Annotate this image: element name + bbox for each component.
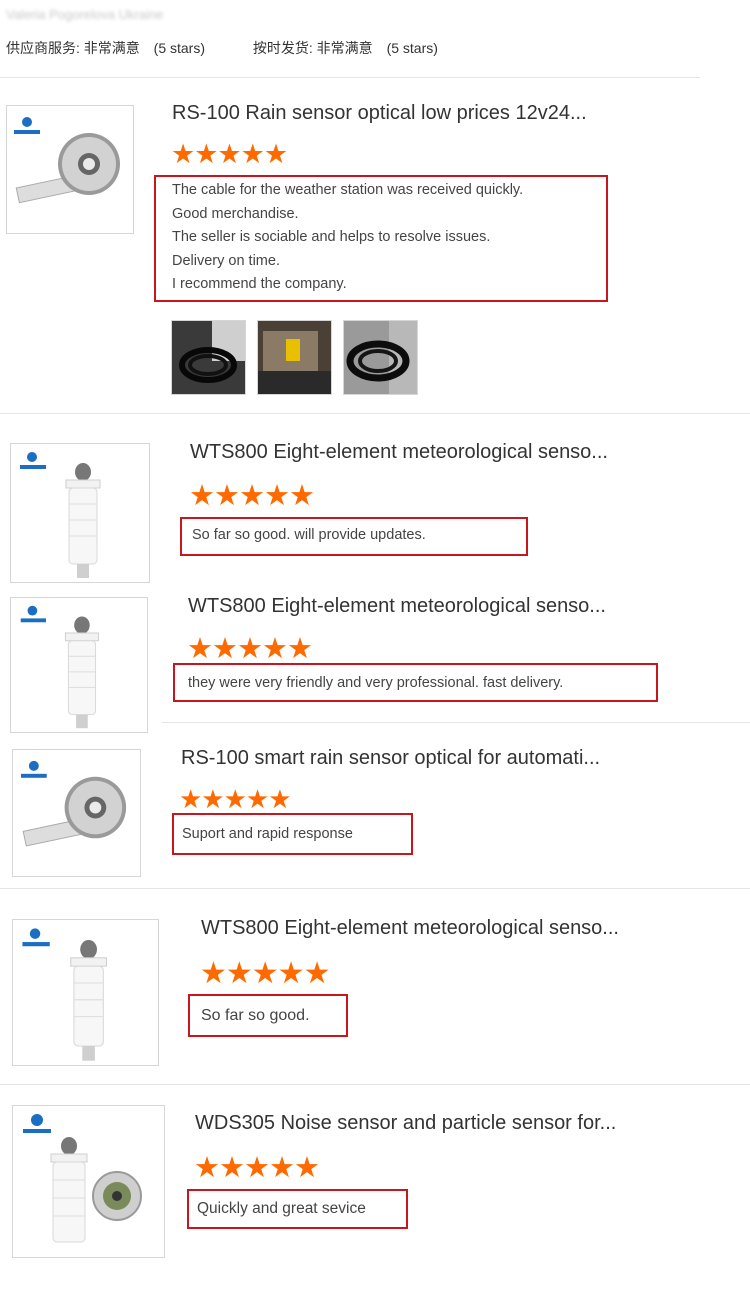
product-title[interactable]: RS-100 smart rain sensor optical for aut… (181, 747, 600, 770)
review-line: Quickly and great sevice (197, 1200, 366, 1217)
reviewer-name: Valeria Pogorelova Ukraine (6, 7, 164, 22)
star-rating: ★★★★★ (179, 784, 292, 814)
review-photo[interactable] (257, 320, 332, 395)
supplier-service-rating: 供应商服务: 非常满意 (6, 40, 140, 56)
star-rating: ★★★★★ (200, 957, 330, 990)
divider (162, 722, 750, 723)
divider (0, 888, 750, 889)
star-rating: ★★★★★ (189, 480, 315, 512)
product-title[interactable]: WTS800 Eight-element meteorological sens… (201, 917, 619, 940)
packaged-sensor-photo (258, 321, 331, 394)
review-text-box: The cable for the weather station was re… (154, 175, 608, 302)
product-thumbnail[interactable] (6, 105, 134, 234)
review-text-box: Quickly and great sevice (187, 1189, 408, 1229)
review-photo[interactable] (343, 320, 418, 395)
product-title[interactable]: WDS305 Noise sensor and particle sensor … (195, 1112, 616, 1135)
review-photo[interactable] (171, 320, 246, 395)
review-line: Good merchandise. (172, 205, 299, 222)
star-rating: ★★★★★ (187, 633, 313, 665)
product-title[interactable]: WTS800 Eight-element meteorological sens… (190, 441, 608, 464)
rain-sensor-icon (14, 117, 120, 204)
product-thumbnail[interactable] (12, 1105, 165, 1258)
review-line: they were very friendly and very profess… (188, 675, 564, 691)
product-thumbnail[interactable] (12, 919, 159, 1066)
review-line: So far so good. will provide updates. (192, 527, 426, 543)
on-time-rating: 按时发货: 非常满意 (252, 40, 373, 56)
on-time-stars: (5 stars) (386, 40, 438, 56)
weather-station-icon (20, 605, 99, 729)
review-line: The seller is sociable and helps to reso… (172, 229, 491, 246)
rain-sensor-icon (20, 760, 127, 847)
review-line: Delivery on time. (172, 252, 280, 269)
product-thumbnail[interactable] (10, 443, 150, 583)
review-text-box: So far so good. will provide updates. (180, 517, 528, 556)
cable-coil-photo (344, 321, 417, 394)
review-line: So far so good. (201, 1007, 310, 1024)
star-rating: ★★★★★ (171, 139, 288, 169)
cable-coil-photo (172, 321, 245, 394)
product-title[interactable]: RS-100 Rain sensor optical low prices 12… (172, 102, 587, 125)
divider (0, 77, 700, 78)
product-title[interactable]: WTS800 Eight-element meteorological sens… (188, 595, 606, 618)
review-line: I recommend the company. (172, 276, 347, 293)
product-thumbnail[interactable] (12, 749, 141, 877)
weather-station-icon (22, 928, 107, 1061)
noise-particle-sensor-icon (23, 1114, 142, 1243)
review-text-box: So far so good. (188, 994, 348, 1037)
supplier-service-stars: (5 stars) (153, 40, 206, 56)
review-line: Suport and rapid response (182, 826, 353, 842)
divider (0, 413, 750, 414)
divider (0, 1084, 750, 1085)
product-thumbnail[interactable] (10, 597, 148, 733)
review-line: The cable for the weather station was re… (172, 182, 524, 198)
review-text-box: Suport and rapid response (172, 813, 413, 855)
star-rating: ★★★★★ (194, 1152, 320, 1184)
weather-station-icon (20, 452, 101, 578)
seller-ratings: 供应商服务: 非常满意 (5 stars) 按时发货: 非常满意 (5 star… (6, 38, 438, 58)
review-text-box: they were very friendly and very profess… (173, 663, 658, 702)
